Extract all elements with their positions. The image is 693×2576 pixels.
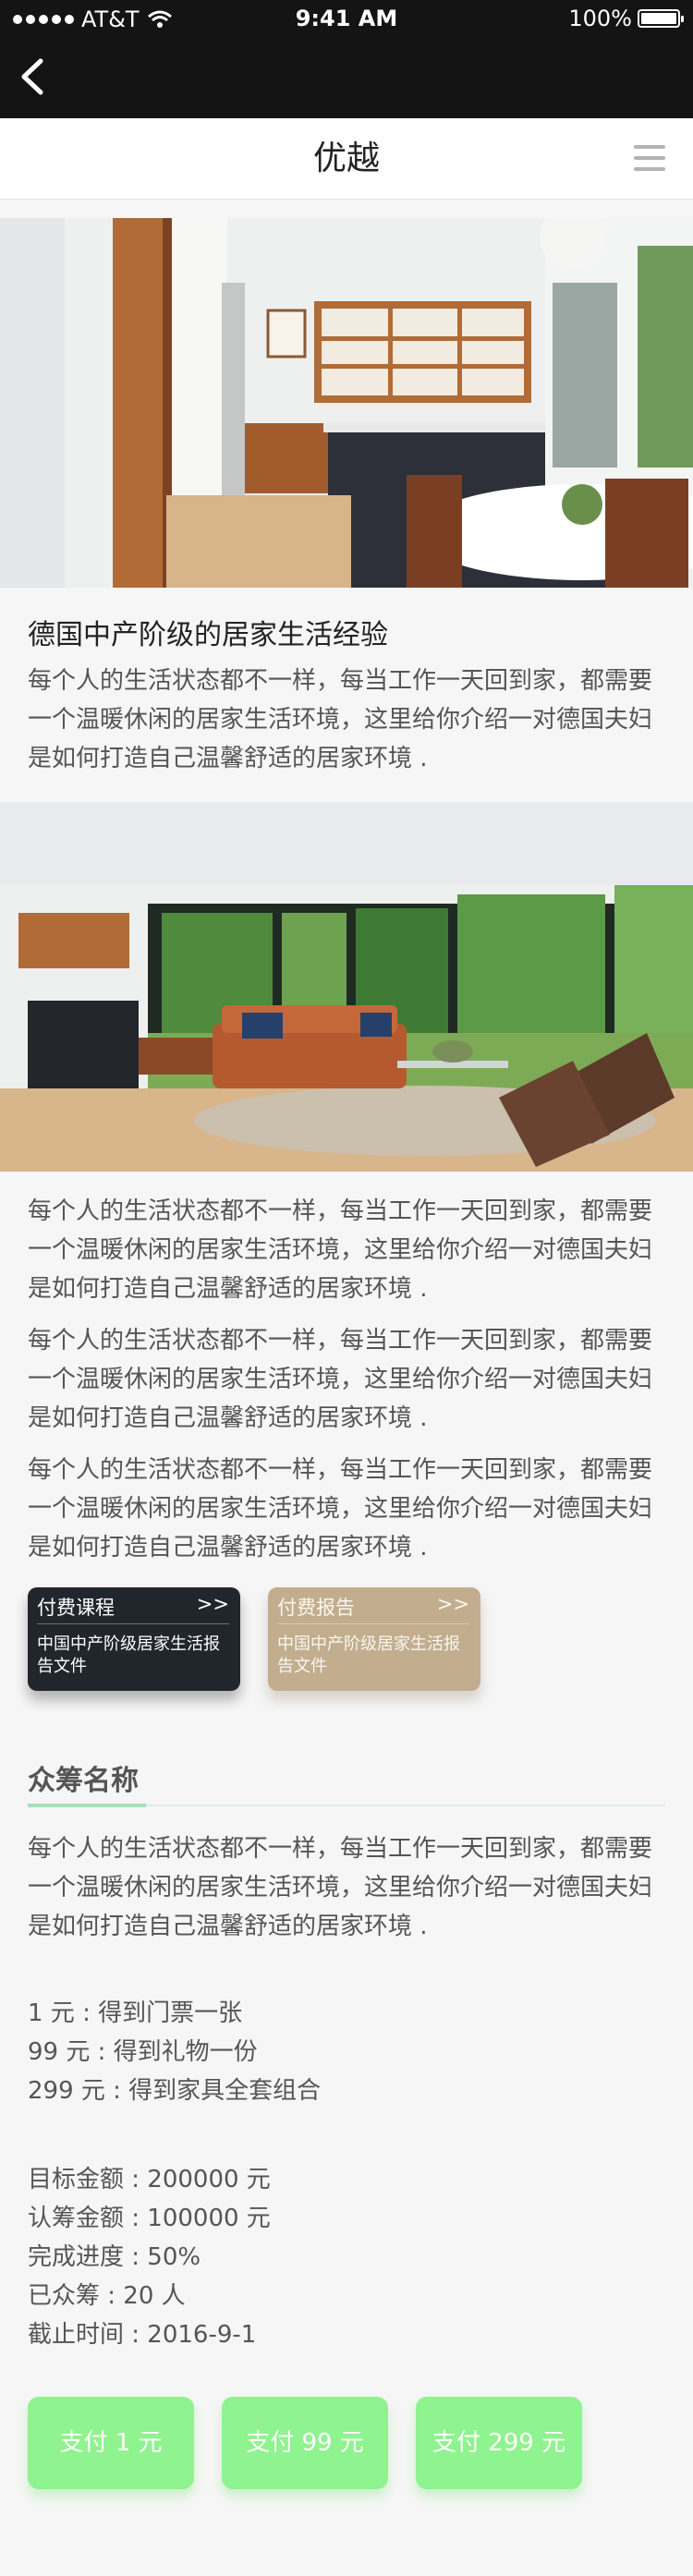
reward-list: 1 元 : 得到门票一张 99 元 : 得到礼物一份 299 元 : 得到家具全… [28,1994,321,2110]
card-header: 付费报告 >> [277,1593,469,1624]
card-title: 付费课程 [37,1597,115,1619]
reward-item: 99 元 : 得到礼物一份 [28,2038,258,2066]
title-bar: 优越 [0,118,693,200]
status-bar: AT&T 9:41 AM 100% [0,0,693,37]
stat-deadline: 截止时间 : 2016-9-1 [28,2321,257,2349]
funding-stats: 目标金额 : 200000 元 认筹金额 : 100000 元 完成进度 : 5… [28,2160,271,2354]
paid-report-card[interactable]: 付费报告 >> 中国中产阶级居家生活报告文件 [268,1587,480,1691]
pay-99-button[interactable]: 支付 99 元 [222,2397,388,2489]
status-right: 100% [568,6,684,31]
stat-subscribed: 认筹金额 : 100000 元 [28,2205,271,2232]
card-title: 付费报告 [277,1597,355,1619]
battery-label: 100% [568,6,632,31]
article-paragraph-2: 每个人的生活状态都不一样，每当工作一天回到家，都需要一个温暖休闲的居家生活环境，… [28,1327,653,1432]
card-description: 中国中产阶级居家生活报告文件 [37,1634,220,1676]
paid-course-card[interactable]: 付费课程 >> 中国中产阶级居家生活报告文件 [28,1587,240,1691]
card-arrow: >> [436,1593,469,1615]
section-divider [28,1804,665,1807]
menu-icon[interactable] [634,142,665,174]
kitchen-photo [0,218,693,588]
battery-icon [638,9,684,28]
card-arrow: >> [196,1593,229,1615]
card-header: 付费课程 >> [37,1593,229,1624]
top-bar: AT&T 9:41 AM 100% [0,0,693,118]
back-button[interactable] [17,55,50,98]
chevron-left-icon [21,58,43,95]
crowdfunding-description: 每个人的生活状态都不一样，每当工作一天回到家，都需要一个温暖休闲的居家生活环境，… [28,1835,653,1940]
article-paragraph-1: 每个人的生活状态都不一样，每当工作一天回到家，都需要一个温暖休闲的居家生活环境，… [28,1197,653,1303]
crowdfunding-title: 众筹名称 [28,1765,139,1797]
stat-backers: 已众筹 : 20 人 [28,2282,186,2310]
reward-item: 1 元 : 得到门票一张 [28,1999,243,2027]
stat-target: 目标金额 : 200000 元 [28,2166,271,2193]
article-paragraph-3: 每个人的生活状态都不一样，每当工作一天回到家，都需要一个温暖休闲的居家生活环境，… [28,1456,653,1561]
article-intro: 每个人的生活状态都不一样，每当工作一天回到家，都需要一个温暖休闲的居家生活环境，… [28,667,653,772]
article-heading: 德国中产阶级的居家生活经验 [28,619,388,651]
reward-item: 299 元 : 得到家具全套组合 [28,2077,322,2105]
stat-progress: 完成进度 : 50% [28,2243,201,2271]
pay-1-button[interactable]: 支付 1 元 [28,2397,194,2489]
pay-299-button[interactable]: 支付 299 元 [416,2397,582,2489]
card-description: 中国中产阶级居家生活报告文件 [277,1634,460,1676]
page-title: 优越 [312,140,380,177]
living-room-photo [0,802,693,1172]
